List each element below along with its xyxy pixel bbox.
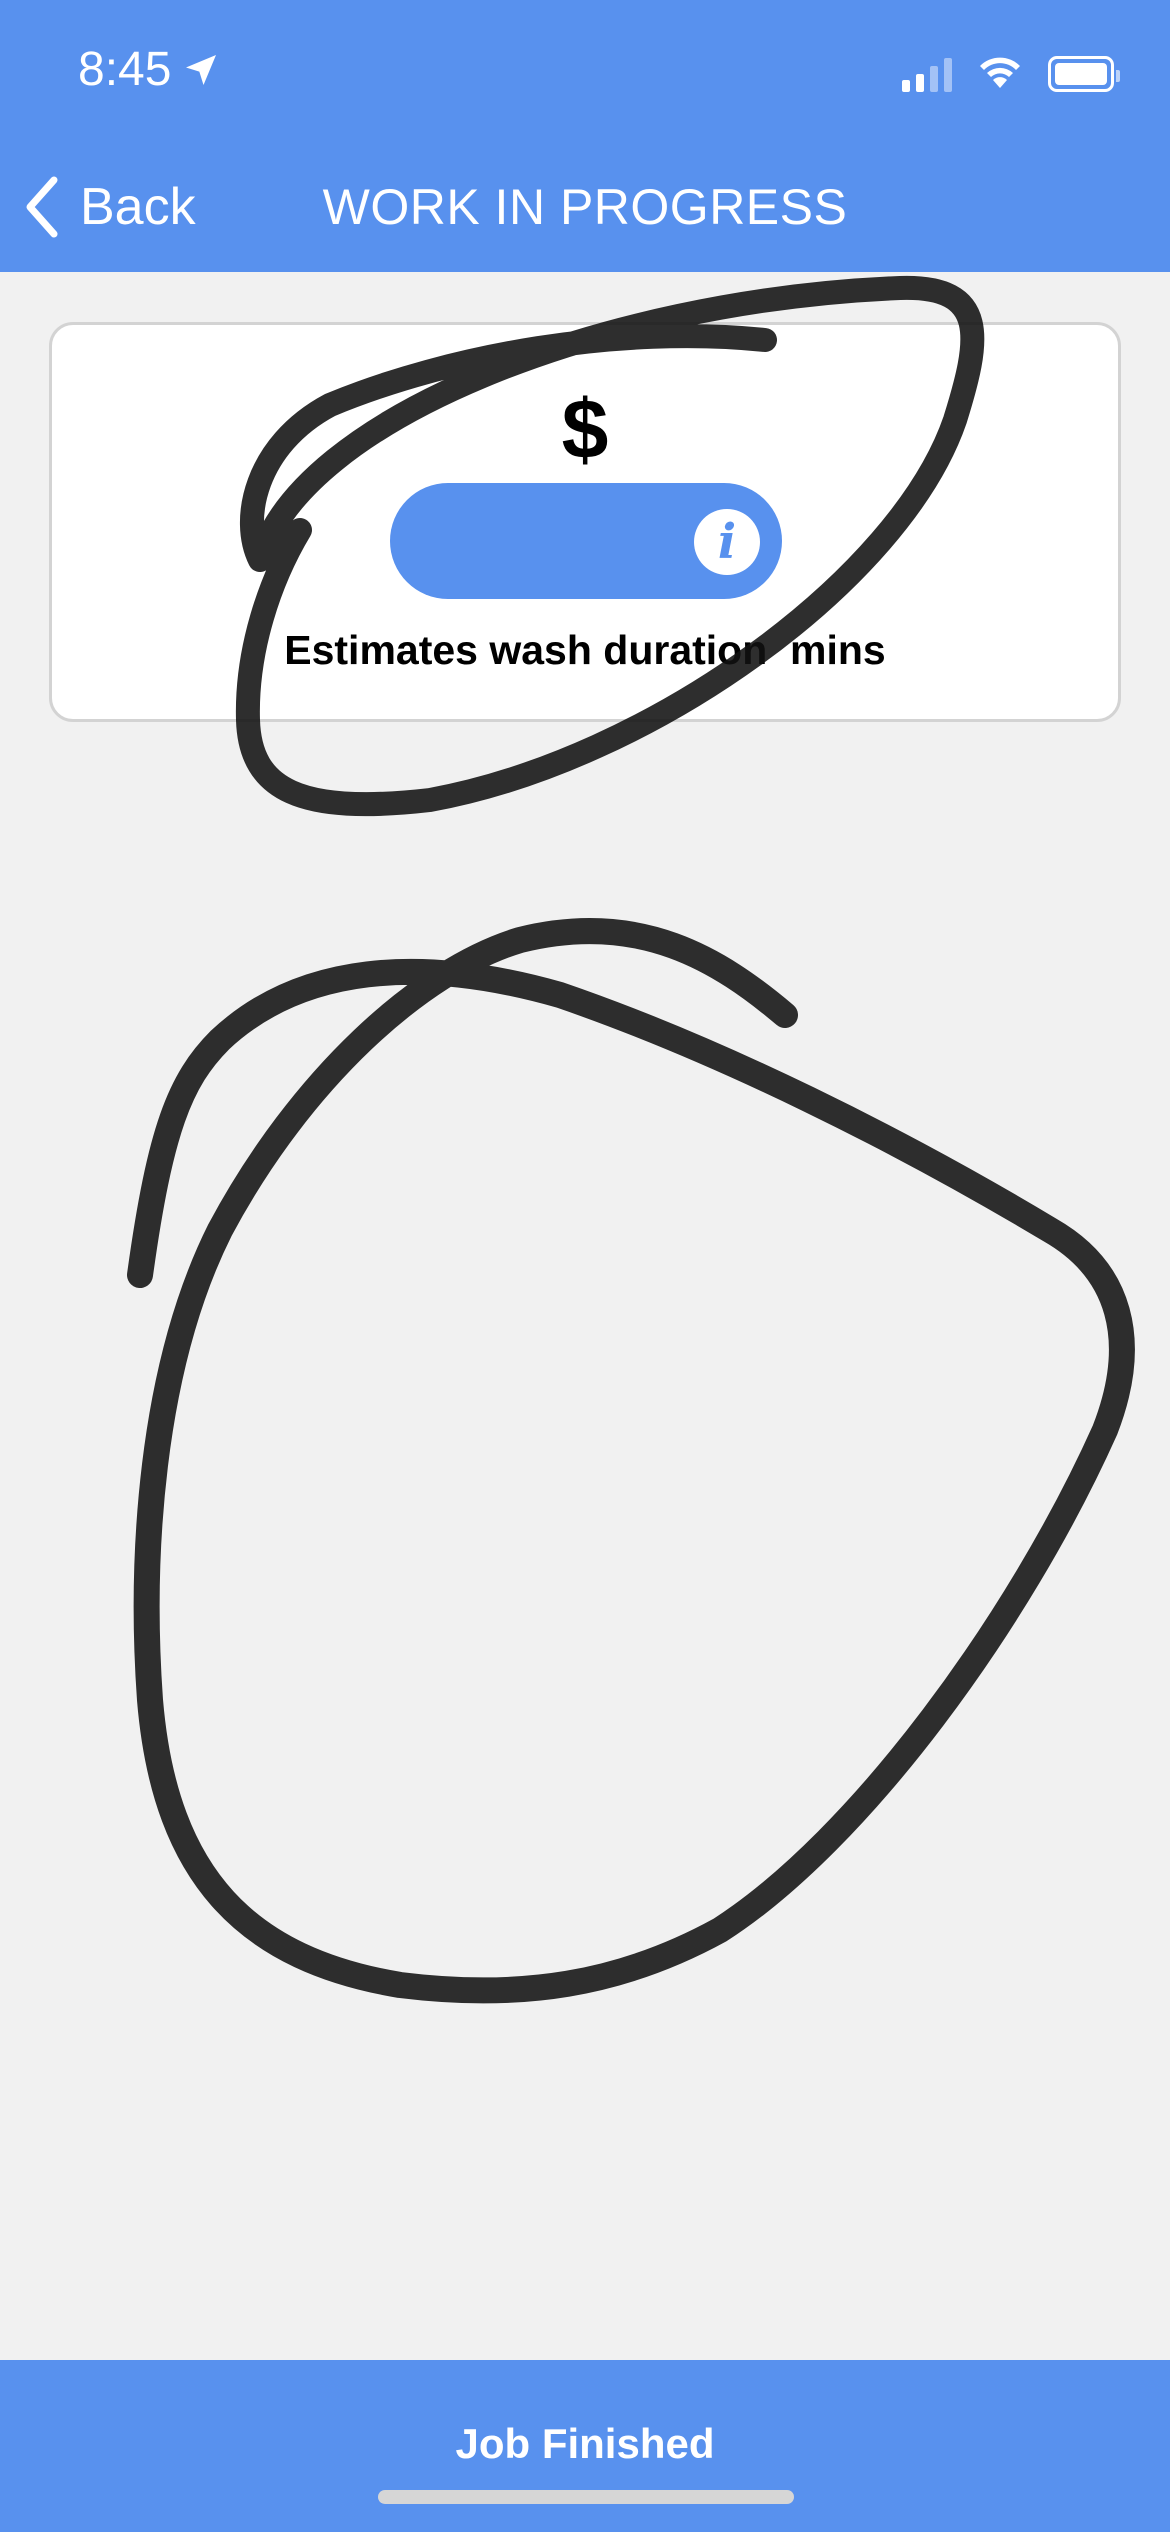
wash-duration-label: Estimates wash duration mins bbox=[284, 627, 886, 673]
page-title: WORK IN PROGRESS bbox=[322, 179, 848, 235]
header: 8:45 Back WORK IN PROGRESS bbox=[0, 0, 1170, 272]
status-icons bbox=[902, 52, 1120, 95]
estimate-card: $ i Estimates wash duration mins bbox=[49, 322, 1121, 722]
home-indicator bbox=[378, 2490, 794, 2504]
battery-icon bbox=[1048, 55, 1120, 92]
info-icon[interactable]: i bbox=[694, 509, 760, 575]
status-time-text: 8:45 bbox=[78, 43, 172, 96]
price-label: $ bbox=[561, 382, 609, 476]
status-time: 8:45 bbox=[78, 42, 221, 97]
screen: 8:45 Back WORK IN PROGRESS $ i Estimates… bbox=[0, 0, 1170, 2532]
job-finished-label: Job Finished bbox=[455, 2420, 715, 2467]
scribble-bottom bbox=[127, 918, 1135, 2004]
location-arrow-icon bbox=[186, 54, 217, 85]
job-finished-button[interactable]: Job Finished bbox=[0, 2360, 1170, 2532]
wifi-icon bbox=[974, 52, 1026, 95]
info-glyph: i bbox=[717, 514, 737, 570]
estimate-pill[interactable]: i bbox=[390, 483, 782, 599]
cellular-signal-icon bbox=[902, 56, 952, 92]
